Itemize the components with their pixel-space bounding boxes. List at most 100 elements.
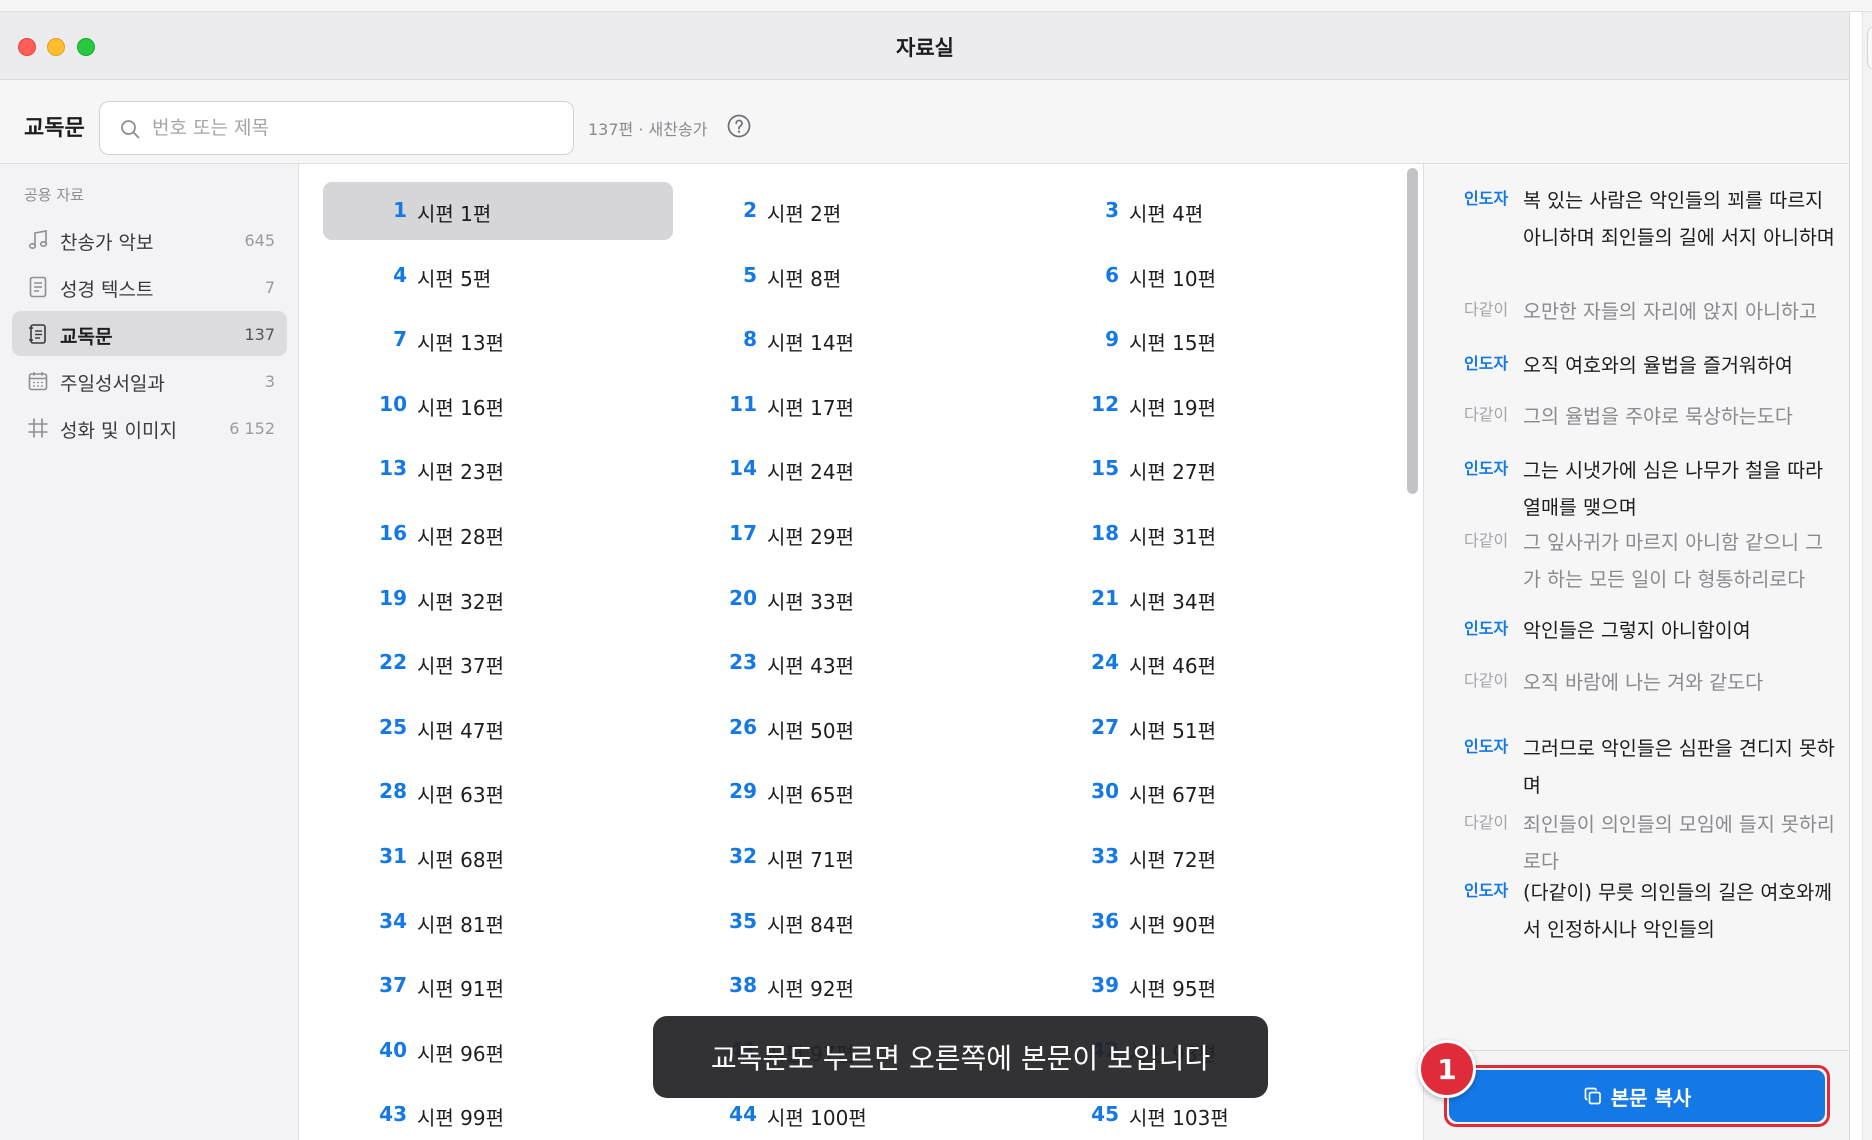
reading-item[interactable]: 13 시편 23편	[323, 440, 673, 498]
reading-item[interactable]: 25 시편 47편	[323, 699, 673, 757]
reading-title: 시편 15편	[1129, 331, 1217, 356]
verse-text: 오직 바람에 나는 겨와 같도다	[1523, 671, 1764, 694]
reading-item[interactable]: 9 시편 15편	[1035, 311, 1385, 369]
reading-item[interactable]: 20 시편 33편	[673, 570, 1023, 628]
reading-item[interactable]: 5 시편 8편	[673, 247, 1023, 305]
reading-title: 시편 4편	[1129, 202, 1204, 226]
reading-item[interactable]: 31 시편 68편	[323, 828, 673, 886]
reading-number: 27	[1091, 714, 1119, 739]
sidebar-item-hymn-scores[interactable]: 찬송가 악보 645	[12, 217, 287, 262]
list-scrollbar[interactable]	[1407, 168, 1418, 494]
reading-item[interactable]: 36 시편 90편	[1035, 893, 1385, 951]
sidebar-item-images[interactable]: 성화 및 이미지 6 152	[12, 405, 287, 450]
reading-item[interactable]: 12 시편 19편	[1035, 376, 1385, 434]
reading-item[interactable]: 35 시편 84편	[673, 893, 1023, 951]
verse-role: 다같이	[1464, 813, 1509, 832]
reading-title: 시편 68편	[417, 847, 505, 872]
reading-number: 34	[379, 908, 407, 933]
help-icon[interactable]	[727, 114, 751, 138]
verse-role: 인도자	[1464, 881, 1509, 900]
reading-number: 39	[1091, 973, 1119, 998]
search-input[interactable]	[152, 112, 552, 144]
reading-item[interactable]: 19 시편 32편	[323, 570, 673, 628]
grid-icon	[28, 418, 48, 438]
verse-text: (다같이) 무릇 의인들의 길은 여호와께서 인정하시나 악인들의	[1523, 881, 1833, 941]
reading-item[interactable]: 22 시편 37편	[323, 634, 673, 692]
reading-title: 시편 95편	[1129, 977, 1217, 1002]
reading-item[interactable]: 27 시편 51편	[1035, 699, 1385, 757]
music-note-icon	[28, 230, 48, 250]
reading-item[interactable]: 37 시편 91편	[323, 957, 673, 1015]
reading-item[interactable]: 32 시편 71편	[673, 828, 1023, 886]
reading-item[interactable]: 2 시편 2편	[673, 182, 1023, 240]
reading-title: 시편 19편	[1129, 395, 1217, 420]
sidebar-item-lectionary[interactable]: 주일성서일과 3	[12, 358, 287, 403]
reading-item[interactable]: 33 시편 72편	[1035, 828, 1385, 886]
search-box[interactable]	[99, 101, 574, 155]
reading-title: 시편 34편	[1129, 589, 1217, 614]
reading-number: 15	[1091, 456, 1119, 481]
reading-number: 18	[1091, 520, 1119, 545]
copy-button-label: 본문 복사	[1610, 1085, 1692, 1110]
reading-item[interactable]: 3 시편 4편	[1035, 182, 1385, 240]
reading-title: 시편 51편	[1129, 718, 1217, 743]
reading-title: 시편 67편	[1129, 783, 1217, 808]
sidebar-item-label: 성경 텍스트	[60, 279, 154, 301]
reading-item[interactable]: 18 시편 31편	[1035, 505, 1385, 563]
reading-number: 12	[1091, 391, 1119, 416]
app-window: 자료실 교독문 137편 · 새찬송가 공용 자료 찬송가 악보 6 4	[0, 12, 1850, 1140]
reading-item[interactable]: 1 시편 1편	[323, 182, 673, 240]
reading-item[interactable]: 26 시편 50편	[673, 699, 1023, 757]
reading-number: 28	[379, 779, 407, 804]
reading-title: 시편 90편	[1129, 912, 1217, 937]
reading-item[interactable]: 29 시편 65편	[673, 763, 1023, 821]
reading-number: 3	[1105, 198, 1119, 222]
reading-number: 37	[379, 973, 407, 998]
reading-item[interactable]: 4 시편 5편	[323, 247, 673, 305]
reading-title: 시편 99편	[417, 1106, 505, 1131]
reading-item[interactable]: 10 시편 16편	[323, 376, 673, 434]
verse-text: 그는 시냇가에 심은 나무가 철을 따라 열매를 맺으며	[1523, 459, 1824, 519]
reading-item[interactable]: 43 시편 99편	[323, 1086, 673, 1140]
reading-number: 1	[393, 198, 407, 222]
reading-title: 시편 32편	[417, 589, 505, 614]
reading-item[interactable]: 8 시편 14편	[673, 311, 1023, 369]
reading-title: 시편 33편	[767, 589, 855, 614]
reading-item[interactable]: 28 시편 63편	[323, 763, 673, 821]
reading-item[interactable]: 34 시편 81편	[323, 893, 673, 951]
section-title: 교독문	[24, 116, 85, 141]
reading-number: 38	[729, 973, 757, 998]
reading-item[interactable]: 38 시편 92편	[673, 957, 1023, 1015]
reading-number: 24	[1091, 650, 1119, 675]
window-title: 자료실	[896, 36, 954, 60]
reading-item[interactable]: 14 시편 24편	[673, 440, 1023, 498]
reading-item[interactable]: 40 시편 96편	[323, 1022, 673, 1080]
reading-item[interactable]: 6 시편 10편	[1035, 247, 1385, 305]
sidebar-item-responsive-reading[interactable]: 교독문 137	[12, 311, 287, 356]
reading-title: 시편 71편	[767, 847, 855, 872]
reading-detail-pane: 인도자 복 있는 사람은 악인들의 꾀를 따르지 아니하며 죄인들의 길에 서지 …	[1423, 164, 1849, 1140]
reading-number: 33	[1091, 843, 1119, 868]
reading-number: 14	[729, 456, 757, 481]
reading-title: 시편 14편	[767, 331, 855, 356]
reading-item[interactable]: 11 시편 17편	[673, 376, 1023, 434]
reading-title: 시편 16편	[417, 395, 505, 420]
reading-item[interactable]: 21 시편 34편	[1035, 570, 1385, 628]
reading-item[interactable]: 16 시편 28편	[323, 505, 673, 563]
reading-item[interactable]: 23 시편 43편	[673, 634, 1023, 692]
reading-item[interactable]: 7 시편 13편	[323, 311, 673, 369]
copy-icon	[1584, 1087, 1601, 1105]
sidebar-item-label: 찬송가 악보	[60, 232, 154, 254]
sidebar-item-bible-text[interactable]: 성경 텍스트 7	[12, 264, 287, 309]
verse-text: 악인들은 그렇지 아니함이여	[1523, 619, 1751, 642]
sidebar-item-label: 성화 및 이미지	[60, 420, 177, 442]
step-badge: 1	[1418, 1040, 1476, 1098]
reading-item[interactable]: 24 시편 46편	[1035, 634, 1385, 692]
verse-text: 오직 여호와의 율법을 즐거워하여	[1523, 354, 1793, 377]
reading-item[interactable]: 30 시편 67편	[1035, 763, 1385, 821]
copy-text-button[interactable]: 본문 복사	[1449, 1070, 1825, 1122]
reading-item[interactable]: 17 시편 29편	[673, 505, 1023, 563]
item-count-label: 137편 · 새찬송가	[588, 120, 708, 139]
reading-item[interactable]: 39 시편 95편	[1035, 957, 1385, 1015]
reading-item[interactable]: 15 시편 27편	[1035, 440, 1385, 498]
